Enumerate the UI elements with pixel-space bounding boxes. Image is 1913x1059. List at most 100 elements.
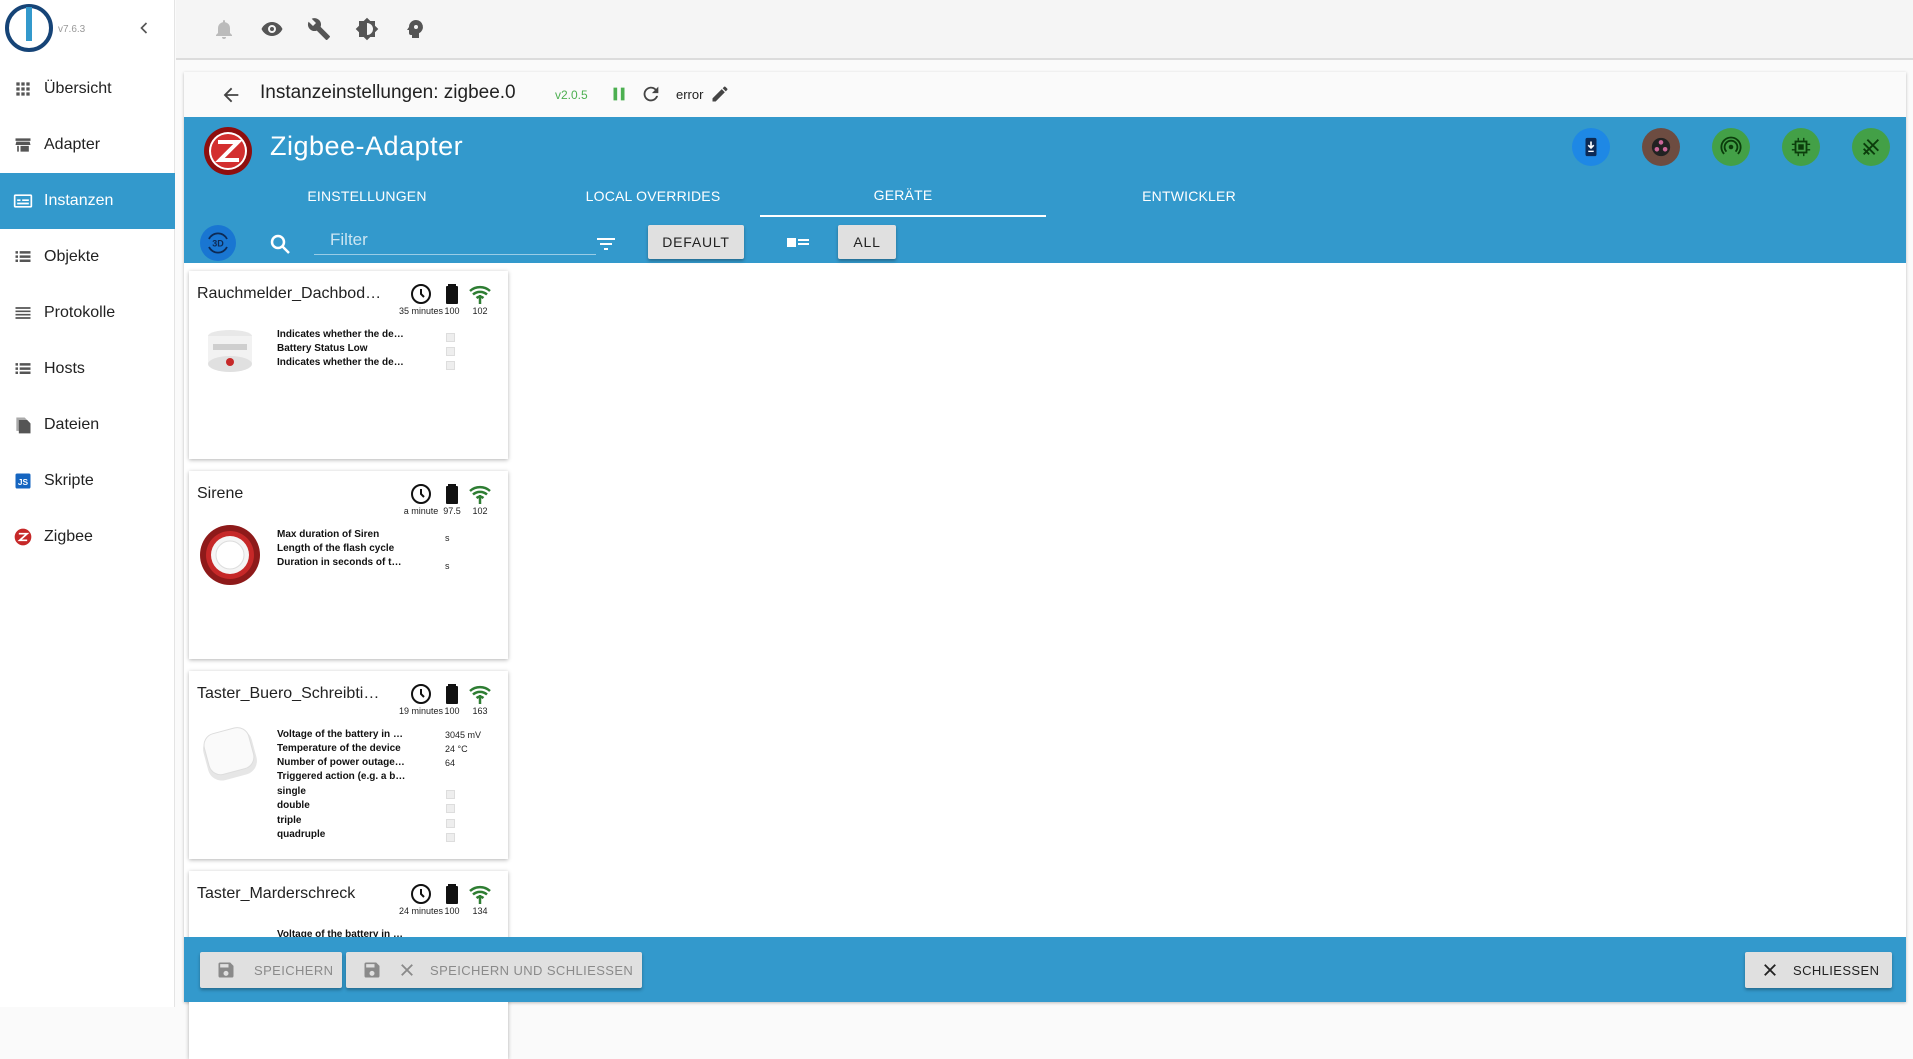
- sidebar-item-label: Objekte: [44, 248, 100, 265]
- expert-head-icon[interactable]: [403, 17, 427, 41]
- default-filter-button[interactable]: DEFAULT: [648, 225, 744, 259]
- device-card[interactable]: Taster_Buero_Schreibti… 19 minutes 100 1…: [189, 671, 508, 859]
- sidebar-item-adapter[interactable]: Adapter: [0, 117, 175, 173]
- link-quality: 102: [472, 306, 488, 316]
- logo-row: v7.6.3: [0, 0, 174, 58]
- property-checkbox[interactable]: [446, 833, 455, 842]
- sidebar-item-label: Instanzen: [44, 192, 114, 209]
- instance-title-row: Instanzeinstellungen: zigbee.0 v2.0.5 er…: [184, 72, 1906, 117]
- sidebar-item-skripte[interactable]: JS Skripte: [0, 453, 175, 509]
- sidebar-item-protokolle[interactable]: Protokolle: [0, 285, 175, 341]
- property-value: 24 °C: [445, 744, 468, 754]
- property-checkbox[interactable]: [446, 819, 455, 828]
- top-toolbar: [176, 0, 1913, 60]
- link-quality: 163: [472, 706, 488, 716]
- sidebar-item-zigbee[interactable]: Zigbee: [0, 509, 175, 565]
- sidebar-item-uebersicht[interactable]: Übersicht: [0, 61, 175, 117]
- button-device-image: [203, 727, 257, 781]
- svg-text:3D: 3D: [212, 239, 224, 249]
- brightness-icon[interactable]: [355, 17, 379, 41]
- iobroker-logo[interactable]: [4, 3, 54, 53]
- 3d-view-button[interactable]: 3D: [200, 225, 236, 261]
- battery-icon: [446, 484, 458, 504]
- signal-icon: [469, 286, 491, 304]
- clock-icon: [411, 484, 431, 504]
- chevron-left-icon[interactable]: [134, 18, 154, 38]
- signal-icon: [469, 886, 491, 904]
- instances-icon: [13, 194, 33, 208]
- property-checkbox[interactable]: [446, 790, 455, 799]
- all-filter-button[interactable]: ALL: [838, 225, 896, 259]
- coordinator-info-button[interactable]: [1782, 128, 1820, 166]
- list-icon: [15, 251, 31, 262]
- save-button[interactable]: SPEICHERN: [200, 952, 342, 988]
- wrench-icon[interactable]: [307, 17, 331, 41]
- property-value: 64: [445, 758, 456, 768]
- save-and-close-button[interactable]: SPEICHERN UND SCHLIESSEN: [346, 952, 642, 988]
- property-value[interactable]: s: [445, 533, 450, 543]
- back-arrow-icon[interactable]: [220, 84, 242, 106]
- pairing-button[interactable]: [1572, 128, 1610, 166]
- device-card[interactable]: Sirene a minute 97.5 102 Max duration of…: [189, 471, 508, 659]
- battery-level: 100: [444, 906, 460, 916]
- touchlink-button[interactable]: [1642, 128, 1680, 166]
- property-value[interactable]: s: [445, 561, 450, 571]
- instance-title: Instanzeinstellungen: zigbee.0: [260, 82, 516, 103]
- property-label: Indicates whether the de…: [277, 357, 404, 368]
- rotate-3d-icon: 3D: [208, 232, 228, 254]
- adapter-header: Zigbee-Adapter EINSTELLUNGEN LOCAL OVERR…: [184, 117, 1906, 263]
- zigbee-icon: [14, 528, 32, 546]
- close-icon: [401, 964, 413, 976]
- logs-icon: [15, 307, 31, 319]
- link-quality: 134: [472, 906, 488, 916]
- device-name: Sirene: [197, 485, 244, 502]
- adapter-title: Zigbee-Adapter: [270, 131, 464, 161]
- property-checkbox[interactable]: [446, 361, 455, 370]
- property-label: Voltage of the battery in …: [277, 729, 403, 740]
- sidebar-item-dateien[interactable]: Dateien: [0, 397, 175, 453]
- property-label: Temperature of the device: [277, 743, 401, 754]
- property-checkbox[interactable]: [446, 804, 455, 813]
- filter-input[interactable]: [314, 225, 596, 255]
- pencil-icon[interactable]: [710, 84, 730, 104]
- scan-button[interactable]: [1712, 128, 1750, 166]
- property-label: Duration in seconds of t…: [277, 557, 402, 568]
- device-name: Taster_Buero_Schreibti…: [197, 685, 380, 702]
- property-checkbox[interactable]: [446, 347, 455, 356]
- property-label: Triggered action (e.g. a b…: [277, 771, 406, 782]
- network-map-button[interactable]: [1852, 128, 1890, 166]
- scan-icon: [1720, 136, 1742, 155]
- instance-version: v2.0.5: [555, 88, 588, 102]
- sidebar-item-hosts[interactable]: Hosts: [0, 341, 175, 397]
- property-label: quadruple: [277, 829, 326, 840]
- zigbee-logo-icon: [204, 127, 252, 175]
- sidebar: v7.6.3 Übersicht Adapter Instanzen Objek…: [0, 0, 175, 1007]
- tab-local-overrides[interactable]: LOCAL OVERRIDES: [510, 175, 796, 217]
- property-label: double: [277, 800, 310, 811]
- device-card[interactable]: Rauchmelder_Dachbod… 35 minutes 100 102 …: [189, 271, 508, 459]
- card-view-icon[interactable]: [784, 232, 812, 254]
- sidebar-item-label: Übersicht: [44, 80, 112, 97]
- pause-icon[interactable]: [608, 83, 630, 105]
- device-filter-row: 3D DEFAULT ALL: [184, 217, 1906, 263]
- battery-level: 97.5: [443, 506, 461, 516]
- sidebar-item-objekte[interactable]: Objekte: [0, 229, 175, 285]
- eye-icon[interactable]: [260, 17, 284, 41]
- tab-entwickler[interactable]: ENTWICKLER: [1046, 175, 1332, 217]
- close-label: SCHLIESSEN: [1793, 962, 1880, 978]
- bell-icon[interactable]: [212, 17, 236, 41]
- clock-icon: [411, 284, 431, 304]
- reload-icon[interactable]: [640, 83, 662, 105]
- sort-icon[interactable]: [594, 232, 618, 256]
- property-checkbox[interactable]: [446, 333, 455, 342]
- close-button[interactable]: SCHLIESSEN: [1745, 952, 1892, 988]
- battery-icon: [446, 684, 458, 704]
- instance-config-dialog: Instanzeinstellungen: zigbee.0 v2.0.5 er…: [184, 72, 1906, 1059]
- dialog-footer: SPEICHERN SPEICHERN UND SCHLIESSEN SCHLI…: [184, 937, 1906, 1002]
- hosts-icon: [15, 363, 31, 374]
- tab-geraete[interactable]: GERÄTE: [760, 175, 1046, 217]
- tab-einstellungen[interactable]: EINSTELLUNGEN: [224, 175, 510, 217]
- sidebar-item-instanzen[interactable]: Instanzen: [0, 173, 175, 229]
- device-name: Taster_Marderschreck: [197, 885, 356, 902]
- property-label: triple: [277, 815, 302, 826]
